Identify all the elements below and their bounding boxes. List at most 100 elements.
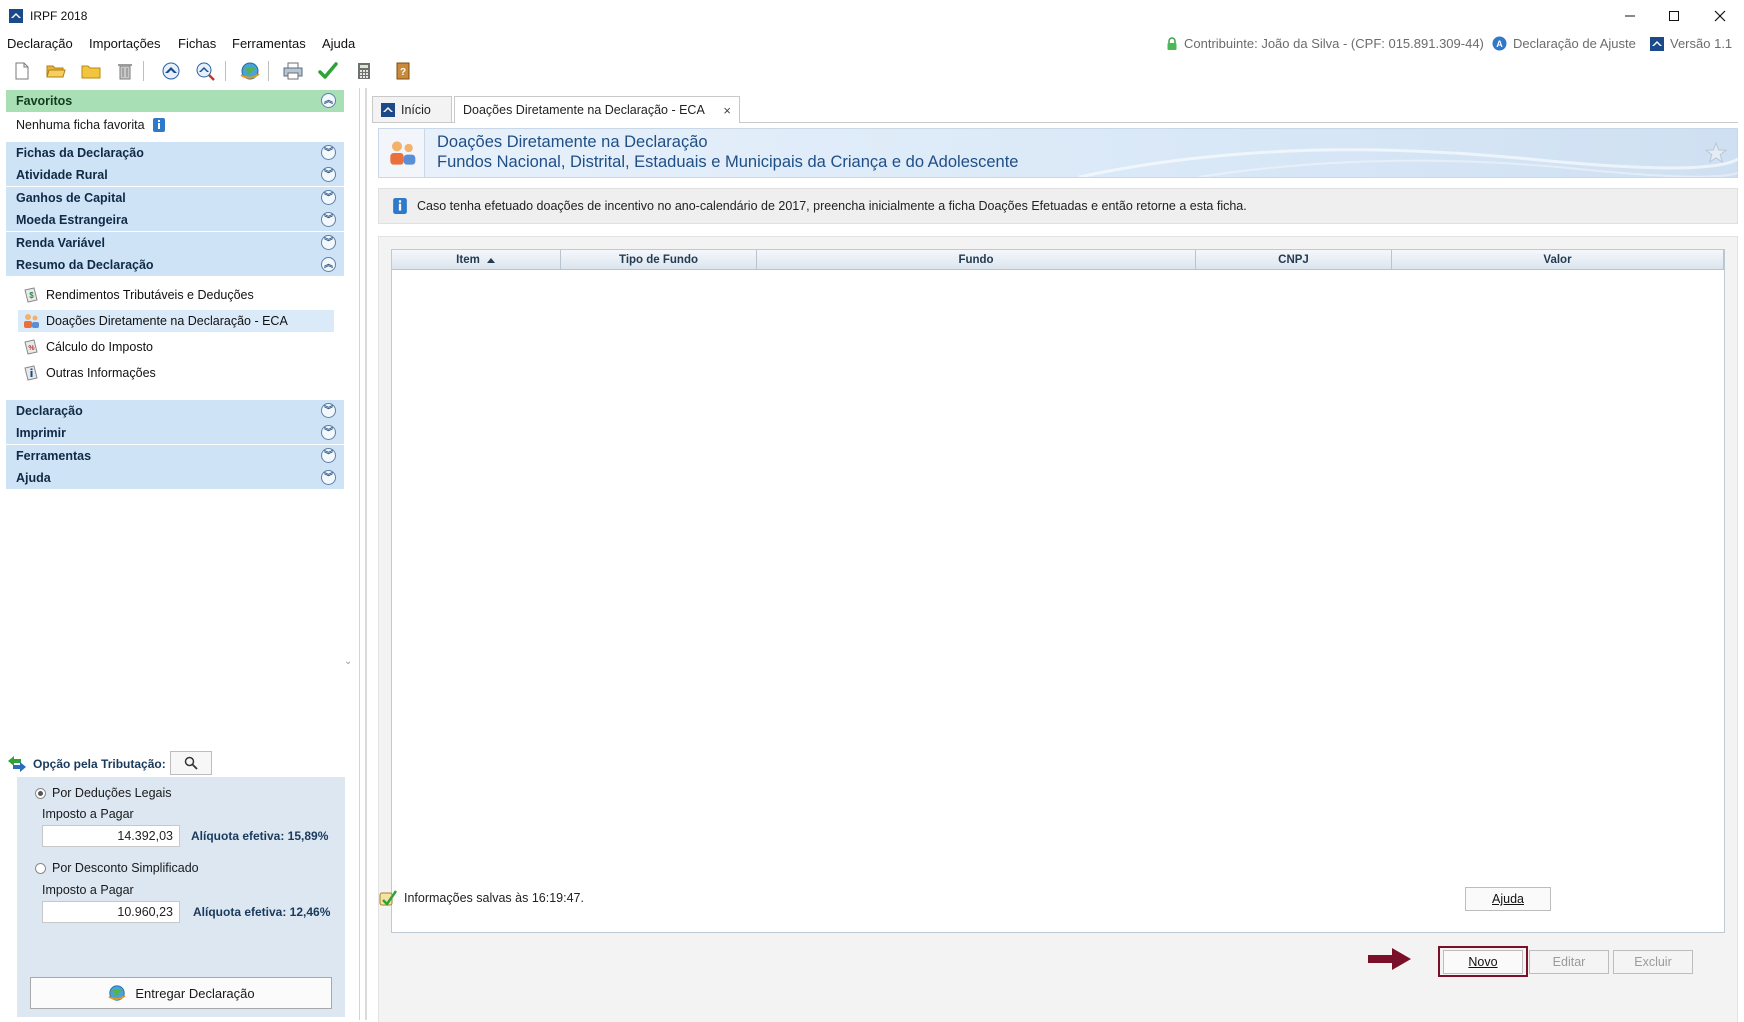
section-declaracao[interactable]: Declaração ︾ [6, 400, 344, 422]
nav-item-label: Doações Diretamente na Declaração - ECA [46, 314, 288, 328]
nav-item-calculo-imposto[interactable]: % Cálculo do Imposto [18, 336, 334, 358]
receita-up-icon [162, 62, 180, 80]
option-desconto-simplificado[interactable]: Por Desconto Simplificado [35, 861, 199, 875]
section-fichas-declaracao[interactable]: Fichas da Declaração ︾ [6, 142, 344, 164]
chevron-down-icon[interactable]: ︾ [321, 167, 336, 182]
header-icon-box [379, 129, 425, 177]
star-icon[interactable] [1705, 142, 1727, 164]
editar-button[interactable]: Editar [1529, 950, 1609, 974]
nav-item-outras-informacoes[interactable]: Outras Informações [18, 362, 334, 384]
nav-item-label: Cálculo do Imposto [46, 340, 154, 354]
chevron-down-icon[interactable]: ︾ [321, 212, 336, 227]
tributacao-search-button[interactable] [170, 751, 212, 775]
transmit-globe-button[interactable] [239, 60, 261, 82]
maximize-button[interactable] [1651, 0, 1697, 32]
excluir-button[interactable]: Excluir [1613, 950, 1693, 974]
menu-importacoes[interactable]: Importações [89, 36, 161, 51]
chevron-down-icon[interactable]: ︾ [321, 145, 336, 160]
favoritos-empty-text: Nenhuma ficha favorita [16, 118, 145, 132]
chevron-down-icon[interactable]: ︾ [321, 403, 336, 418]
doacoes-table[interactable]: Item Tipo de Fundo Fundo CNPJ Valor [391, 249, 1725, 933]
column-header-item[interactable]: Item [392, 250, 561, 270]
receita-logo-icon [1650, 36, 1664, 51]
menu-declaracao[interactable]: Declaração [7, 36, 73, 51]
chevron-down-icon[interactable]: ︾ [321, 425, 336, 440]
chevron-down-icon[interactable]: ︾ [321, 470, 336, 485]
main-content: Início Doações Diretamente na Declaração… [368, 88, 1742, 1022]
delete-button[interactable] [114, 60, 136, 82]
column-header-fundo[interactable]: Fundo [757, 250, 1196, 270]
option-label: Por Desconto Simplificado [52, 861, 199, 875]
tab-close-icon[interactable]: × [723, 103, 731, 118]
entregar-declaracao-button[interactable]: Entregar Declaração [30, 977, 332, 1009]
section-ganhos-capital[interactable]: Ganhos de Capital ︾ [6, 187, 344, 209]
folder-button[interactable] [80, 60, 102, 82]
panel-splitter[interactable] [365, 88, 367, 1020]
scroll-down-icon[interactable]: ⌄ [344, 656, 352, 667]
folder-icon [81, 65, 101, 79]
chevron-down-icon[interactable]: ︾ [321, 448, 336, 463]
sort-ascending-icon [486, 257, 495, 263]
chevron-up-icon[interactable]: ︽ [321, 93, 336, 108]
section-atividade-rural[interactable]: Atividade Rural ︾ [6, 164, 344, 186]
column-header-valor[interactable]: Valor [1392, 250, 1724, 270]
trash-icon [118, 64, 132, 80]
menu-ajuda[interactable]: Ajuda [322, 36, 355, 51]
arrow-right-icon [1368, 948, 1411, 970]
favoritos-empty: Nenhuma ficha favorita [16, 118, 165, 132]
section-imprimir[interactable]: Imprimir ︾ [6, 422, 344, 444]
help-book-button[interactable]: ? [392, 60, 414, 82]
imposto-label: Imposto a Pagar [42, 807, 134, 821]
toolbar-separator [225, 61, 226, 81]
tab-label: Doações Diretamente na Declaração - ECA [463, 103, 705, 117]
menu-ferramentas[interactable]: Ferramentas [232, 36, 306, 51]
section-ajuda[interactable]: Ajuda ︾ [6, 467, 344, 489]
nav-item-doacoes-eca[interactable]: Doações Diretamente na Declaração - ECA [18, 310, 334, 332]
section-favoritos[interactable]: Favoritos ︽ [6, 90, 344, 112]
option-label: Por Deduções Legais [52, 786, 172, 800]
percent-doc-icon: % [22, 338, 40, 356]
column-label: CNPJ [1278, 253, 1309, 266]
verify-button[interactable] [317, 60, 339, 82]
toolbar: ? [0, 56, 1744, 86]
calculator-button[interactable] [353, 60, 375, 82]
column-label: Item [456, 253, 480, 266]
minimize-button[interactable] [1607, 0, 1653, 32]
section-label: Imprimir [16, 426, 67, 440]
nav-item-rendimentos[interactable]: $ Rendimentos Tributáveis e Deduções [18, 284, 334, 306]
receita-search-button[interactable] [194, 60, 216, 82]
page-subtitle: Fundos Nacional, Distrital, Estaduais e … [437, 153, 1019, 171]
column-header-tipo-fundo[interactable]: Tipo de Fundo [561, 250, 757, 270]
chevron-up-icon[interactable]: ︽ [321, 257, 336, 272]
close-window-button[interactable] [1697, 0, 1743, 32]
section-label: Declaração [16, 404, 83, 418]
novo-button[interactable]: Novo [1443, 950, 1523, 974]
receita-logo-icon [381, 102, 395, 117]
tipo-declaracao-info: A Declaração de Ajuste [1492, 36, 1636, 51]
tributacao-label: Opção pela Tributação: [33, 757, 166, 771]
section-ferramentas[interactable]: Ferramentas ︾ [6, 445, 344, 467]
section-moeda-estrangeira[interactable]: Moeda Estrangeira ︾ [6, 209, 344, 231]
section-label: Resumo da Declaração [16, 258, 154, 272]
aliquota-simplificado: Alíquota efetiva: 12,46% [193, 905, 331, 919]
radio-desconto-simplificado[interactable] [35, 862, 46, 874]
ajuda-button[interactable]: Ajuda [1465, 887, 1551, 911]
receita-transmit-button[interactable] [160, 60, 182, 82]
tab-inicio[interactable]: Início [372, 96, 452, 122]
print-button[interactable] [282, 60, 304, 82]
info-icon [152, 118, 165, 132]
svg-text:%: % [28, 345, 35, 352]
chevron-down-icon[interactable]: ︾ [321, 190, 336, 205]
section-resumo-declaracao[interactable]: Resumo da Declaração ︽ [6, 254, 344, 276]
chevron-down-icon[interactable]: ︾ [321, 235, 336, 250]
tab-doacoes-eca[interactable]: Doações Diretamente na Declaração - ECA … [454, 96, 740, 123]
open-declaration-button[interactable] [45, 60, 67, 82]
section-renda-variavel[interactable]: Renda Variável ︾ [6, 232, 344, 254]
menu-fichas[interactable]: Fichas [178, 36, 216, 51]
radio-deducoes-legais[interactable] [35, 787, 46, 799]
option-deducoes-legais[interactable]: Por Deduções Legais [35, 786, 172, 800]
new-file-button[interactable] [11, 60, 33, 82]
column-header-cnpj[interactable]: CNPJ [1196, 250, 1392, 270]
column-label: Fundo [958, 253, 994, 266]
window-title: IRPF 2018 [30, 9, 88, 23]
